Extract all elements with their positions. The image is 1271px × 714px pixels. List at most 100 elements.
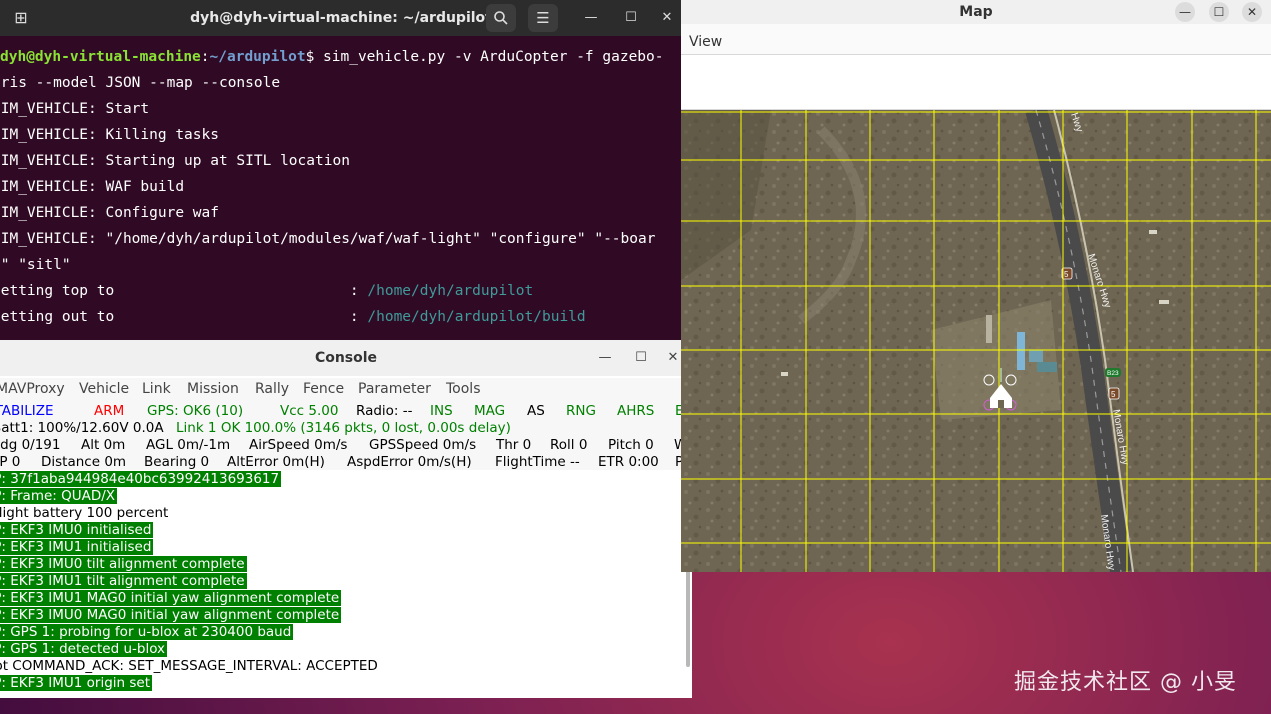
status-row-2: Batt1: 100%/12.60V 0.0A Link 1 OK 100.0%… bbox=[0, 420, 692, 437]
terminal-line: SIM_VEHICLE: "/home/dyh/ardupilot/module… bbox=[0, 231, 656, 247]
console-window[interactable]: Console — ☐ ✕ MAVProxy Vehicle Link Miss… bbox=[0, 340, 692, 698]
map-titlebar[interactable]: Map — ☐ ✕ bbox=[681, 0, 1271, 24]
prompt-path: ~/ardupilot bbox=[209, 49, 306, 65]
status-row-1: STABILIZE ARM GPS: OK6 (10) Vcc 5.00 Rad… bbox=[0, 403, 692, 420]
menu-mission[interactable]: Mission bbox=[187, 381, 239, 397]
log-line: AP: GPS 1: probing for u-blox at 230400 … bbox=[0, 624, 686, 641]
log-line: AP: EKF3 IMU1 MAG0 initial yaw alignment… bbox=[0, 590, 686, 607]
road-shield-label: 5 bbox=[1111, 390, 1116, 399]
status-row-4: WP 0 Distance 0m Bearing 0 AltError 0m(H… bbox=[0, 454, 692, 471]
map-window[interactable]: Map — ☐ ✕ View Monaro Hwy Monaro Hwy Mon… bbox=[681, 0, 1271, 572]
status-pitch: Pitch 0 bbox=[608, 437, 654, 453]
status-vcc: Vcc 5.00 bbox=[280, 403, 339, 419]
hamburger-menu-icon[interactable]: ☰ bbox=[528, 4, 558, 32]
shed bbox=[781, 372, 788, 376]
maximize-icon[interactable]: ☐ bbox=[1209, 2, 1229, 22]
map-satellite-view[interactable]: Monaro Hwy Monaro Hwy Monaro Hwy Hwy 5 5… bbox=[681, 106, 1271, 572]
status-etr: ETR 0:00 bbox=[598, 454, 659, 470]
map-toolbar bbox=[681, 54, 1271, 110]
log-line: AP: EKF3 IMU0 initialised bbox=[0, 522, 686, 539]
status-distance: Distance 0m bbox=[41, 454, 127, 470]
setting-value: /home/dyh/ardupilot/build bbox=[367, 309, 586, 325]
menu-tools[interactable]: Tools bbox=[446, 381, 481, 397]
prompt-user: dyh@dyh-virtual-machine bbox=[0, 49, 201, 65]
status-roll: Roll 0 bbox=[550, 437, 588, 453]
menu-parameter[interactable]: Parameter bbox=[358, 381, 431, 397]
console-log[interactable]: AP: 37f1aba944984e40bc63992413693617 AP:… bbox=[0, 471, 686, 698]
airstrip bbox=[986, 315, 992, 343]
log-line: AP: EKF3 IMU1 tilt alignment complete bbox=[0, 573, 686, 590]
status-gpsspeed: GPSSpeed 0m/s bbox=[369, 437, 477, 453]
status-as: AS bbox=[527, 403, 545, 419]
menu-rally[interactable]: Rally bbox=[255, 381, 289, 397]
status-ahrs: AHRS bbox=[617, 403, 655, 419]
close-icon[interactable]: ✕ bbox=[664, 349, 682, 367]
status-link: Link 1 OK 100.0% (3146 pkts, 0 lost, 0.0… bbox=[176, 420, 511, 436]
menu-fence[interactable]: Fence bbox=[303, 381, 344, 397]
watermark: 掘金技术社区 @ 小旻 bbox=[1014, 670, 1237, 695]
minimize-icon[interactable]: — bbox=[582, 9, 600, 27]
console-status-panel: STABILIZE ARM GPS: OK6 (10) Vcc 5.00 Rad… bbox=[0, 402, 692, 470]
maximize-icon[interactable]: ☐ bbox=[632, 349, 650, 367]
building bbox=[1037, 362, 1057, 372]
map-menubar: View bbox=[681, 28, 1271, 54]
log-line: AP: EKF3 IMU1 origin set bbox=[0, 675, 686, 692]
terminal-line: SIM_VEHICLE: Killing tasks bbox=[0, 127, 219, 143]
menu-vehicle[interactable]: Vehicle bbox=[79, 381, 129, 397]
console-titlebar[interactable]: Console — ☐ ✕ bbox=[0, 340, 692, 376]
map-canvas[interactable]: Monaro Hwy Monaro Hwy Monaro Hwy Hwy 5 5… bbox=[681, 106, 1271, 572]
setting-value: /home/dyh/ardupilot bbox=[367, 283, 534, 299]
terminal-window[interactable]: ⊞ dyh@dyh-virtual-machine: ~/ardupilot ☰… bbox=[0, 0, 682, 340]
status-radio: Radio: -- bbox=[356, 403, 413, 419]
log-line: AP: Frame: QUAD/X bbox=[0, 488, 686, 505]
status-heading: Hdg 0/191 bbox=[0, 437, 61, 453]
status-rng: RNG bbox=[566, 403, 596, 419]
setting-label: Setting top to : bbox=[0, 283, 368, 299]
prompt-separator: : bbox=[200, 49, 210, 65]
shed bbox=[1149, 230, 1157, 234]
status-battery: Batt1: 100%/12.60V 0.0A bbox=[0, 420, 164, 436]
log-line: AP: EKF3 IMU0 MAG0 initial yaw alignment… bbox=[0, 607, 686, 624]
setting-label: Setting out to : bbox=[0, 309, 368, 325]
building bbox=[1029, 350, 1043, 362]
status-arm: ARM bbox=[94, 403, 125, 419]
status-airspeed: AirSpeed 0m/s bbox=[249, 437, 348, 453]
log-line: Flight battery 100 percent bbox=[0, 505, 169, 521]
terminal-setting-line: Setting out to : /home/dyh/ardupilot/bui… bbox=[0, 304, 682, 330]
menu-link[interactable]: Link bbox=[142, 381, 171, 397]
status-mag: MAG bbox=[474, 403, 506, 419]
minimize-icon[interactable]: — bbox=[596, 349, 614, 367]
status-waypoint: WP 0 bbox=[0, 454, 21, 470]
terminal-line: SIM_VEHICLE: Configure waf bbox=[0, 205, 219, 221]
terminal-line: SIM_VEHICLE: WAF build bbox=[0, 179, 185, 195]
maximize-icon[interactable]: ☐ bbox=[622, 9, 640, 27]
prompt-dollar: $ bbox=[305, 49, 324, 65]
terminal-setting-line: Setting top to : /home/dyh/ardupilot bbox=[0, 278, 682, 304]
terminal-titlebar[interactable]: ⊞ dyh@dyh-virtual-machine: ~/ardupilot ☰… bbox=[0, 0, 682, 36]
status-flighttime: FlightTime -- bbox=[495, 454, 580, 470]
status-ins: INS bbox=[430, 403, 453, 419]
road-shield-label: 5 bbox=[1064, 270, 1069, 279]
status-alt: Alt 0m bbox=[81, 437, 126, 453]
minimize-icon[interactable]: — bbox=[1175, 2, 1195, 22]
terminal-line: d" "sitl" bbox=[0, 257, 71, 273]
log-line: AP: GPS 1: detected u-blox bbox=[0, 641, 686, 658]
menu-mavproxy[interactable]: MAVProxy bbox=[0, 381, 65, 397]
close-icon[interactable]: ✕ bbox=[658, 9, 676, 27]
status-row-3: Hdg 0/191 Alt 0m AGL 0m/-1m AirSpeed 0m/… bbox=[0, 437, 692, 454]
route-shield-label: B23 bbox=[1107, 370, 1119, 377]
menu-view[interactable]: View bbox=[689, 34, 722, 50]
status-aspderror: AspdError 0m/s(H) bbox=[347, 454, 472, 470]
close-icon[interactable]: ✕ bbox=[1242, 2, 1262, 22]
building bbox=[1017, 332, 1025, 370]
terminal-line: SIM_VEHICLE: Start bbox=[0, 101, 150, 117]
terminal-output[interactable]: dyh@dyh-virtual-machine:~/ardupilot$ sim… bbox=[0, 44, 682, 330]
shed bbox=[1159, 300, 1169, 304]
terminal-prompt-line: dyh@dyh-virtual-machine:~/ardupilot$ sim… bbox=[0, 44, 682, 70]
status-alterror: AltError 0m(H) bbox=[227, 454, 325, 470]
log-line: AP: 37f1aba944984e40bc63992413693617 bbox=[0, 471, 686, 488]
search-icon[interactable] bbox=[486, 4, 516, 32]
log-line: Got COMMAND_ACK: SET_MESSAGE_INTERVAL: A… bbox=[0, 658, 378, 674]
status-agl: AGL 0m/-1m bbox=[146, 437, 231, 453]
status-mode: STABILIZE bbox=[0, 403, 54, 419]
